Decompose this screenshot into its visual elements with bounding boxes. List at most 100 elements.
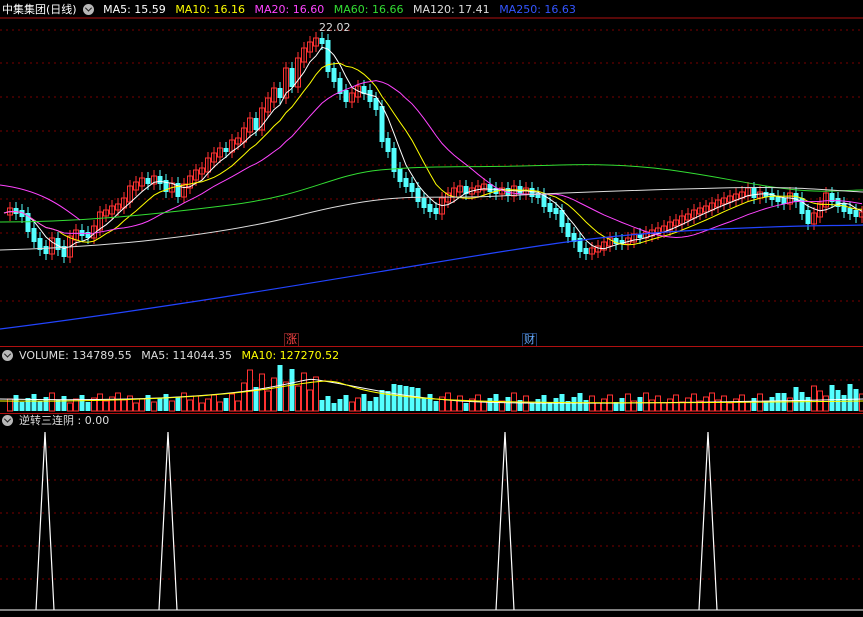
indicator-spike: [495, 431, 515, 611]
ma5-line: [3, 46, 863, 250]
ma10-label: MA10: 16.16: [175, 3, 246, 16]
volume-bar: [331, 403, 337, 411]
volume-bar: [649, 399, 655, 412]
candle-body: [223, 148, 229, 152]
volume-bar: [205, 398, 211, 412]
volume-bar: [355, 397, 361, 412]
volume-bar: [307, 389, 313, 412]
volume-bar: [667, 398, 673, 412]
volume-bar: [301, 372, 307, 412]
indicator-spike: [698, 431, 718, 611]
candle-body: [289, 68, 295, 87]
ma5-label: MA5: 15.59: [103, 3, 166, 16]
volume-bar: [145, 395, 151, 411]
volume-ma10-label: MA10: 127270.52: [241, 349, 340, 362]
volume-bar: [793, 387, 799, 411]
volume-bar: [133, 402, 139, 412]
volume-bar: [421, 398, 427, 411]
candlestick-chart[interactable]: [0, 0, 863, 346]
volume-bar: [289, 369, 295, 411]
volume-bar: [403, 386, 409, 411]
candle-body: [343, 90, 349, 102]
volume-bar: [553, 398, 559, 411]
volume-bar: [733, 398, 739, 412]
volume-bar: [181, 392, 187, 412]
candle-body: [325, 40, 331, 72]
volume-bar: [751, 398, 757, 411]
candle-body: [793, 193, 799, 202]
volume-bar: [451, 399, 457, 412]
volume-bar: [835, 390, 841, 411]
candle-body: [403, 178, 409, 187]
ma60-line: [0, 164, 863, 223]
volume-bar: [337, 399, 343, 411]
candle-body: [847, 208, 853, 214]
candle-body: [145, 178, 151, 184]
volume-bar: [727, 402, 733, 412]
volume-bar: [745, 401, 751, 412]
volume-bar: [49, 392, 55, 412]
volume-panel[interactable]: VOLUME: 134789.55 MA5: 114044.35 MA10: 1…: [0, 347, 863, 413]
volume-bar: [343, 395, 349, 411]
dropdown-icon[interactable]: [2, 415, 13, 426]
volume-bar: [811, 385, 817, 412]
price-panel[interactable]: 中集集团(日线) MA5: 15.59 MA10: 16.16 MA20: 16…: [0, 0, 863, 346]
volume-bar: [523, 395, 529, 412]
candle-body: [43, 246, 49, 254]
volume-bar: [463, 403, 469, 411]
volume-bar: [457, 395, 463, 412]
candle-body: [421, 198, 427, 208]
volume-bar: [619, 398, 625, 411]
candle-body: [841, 203, 847, 212]
volume-bar: [829, 385, 835, 411]
dropdown-icon[interactable]: [2, 350, 13, 361]
candle-body: [415, 188, 421, 202]
volume-bar: [487, 398, 493, 411]
volume-bar: [169, 400, 175, 412]
volume-bar: [139, 398, 145, 412]
volume-bar: [175, 397, 181, 411]
volume-bar: [229, 393, 235, 412]
volume-bar: [277, 365, 283, 411]
volume-bar: [13, 395, 19, 411]
volume-bar: [679, 401, 685, 412]
candle-body: [319, 38, 325, 44]
volume-bar: [349, 401, 355, 412]
price-header: 中集集团(日线) MA5: 15.59 MA10: 16.16 MA20: 16…: [2, 3, 582, 17]
indicator-panel[interactable]: 逆转三连阴 : 0.00: [0, 414, 863, 617]
volume-bar: [157, 398, 163, 411]
volume-bar: [265, 390, 271, 412]
volume-bar: [433, 401, 439, 411]
candle-body: [583, 248, 589, 254]
volume-bar: [97, 393, 103, 412]
dropdown-icon[interactable]: [82, 4, 94, 15]
volume-bar: [271, 377, 277, 412]
volume-bar: [841, 395, 847, 411]
indicator-label: 逆转三连阴 : 0.00: [19, 414, 110, 427]
candle-body: [13, 208, 19, 214]
candle-body: [433, 208, 439, 214]
volume-bar: [823, 395, 829, 412]
volume-bar: [685, 397, 691, 412]
candle-body: [31, 228, 37, 242]
candle-body: [805, 210, 811, 224]
candle-body: [331, 68, 337, 82]
candle-body: [379, 106, 385, 142]
volume-bar: [787, 397, 793, 412]
volume-bar: [31, 394, 37, 411]
volume-bar: [235, 400, 241, 412]
indicator-chart[interactable]: [0, 414, 863, 617]
ma120-label: MA120: 17.41: [412, 3, 490, 16]
volume-bar: [55, 400, 61, 411]
volume-bar: [295, 385, 301, 412]
volume-bar: [481, 401, 487, 412]
candle-body: [529, 188, 535, 197]
volume-bar: [655, 395, 661, 412]
volume-bar: [529, 403, 535, 411]
volume-bar: [373, 397, 379, 411]
volume-bar: [739, 394, 745, 412]
volume-bar: [61, 396, 67, 411]
volume-bar: [37, 401, 43, 411]
ma60-label: MA60: 16.66: [333, 3, 404, 16]
volume-label: VOLUME: 134789.55: [19, 349, 132, 362]
